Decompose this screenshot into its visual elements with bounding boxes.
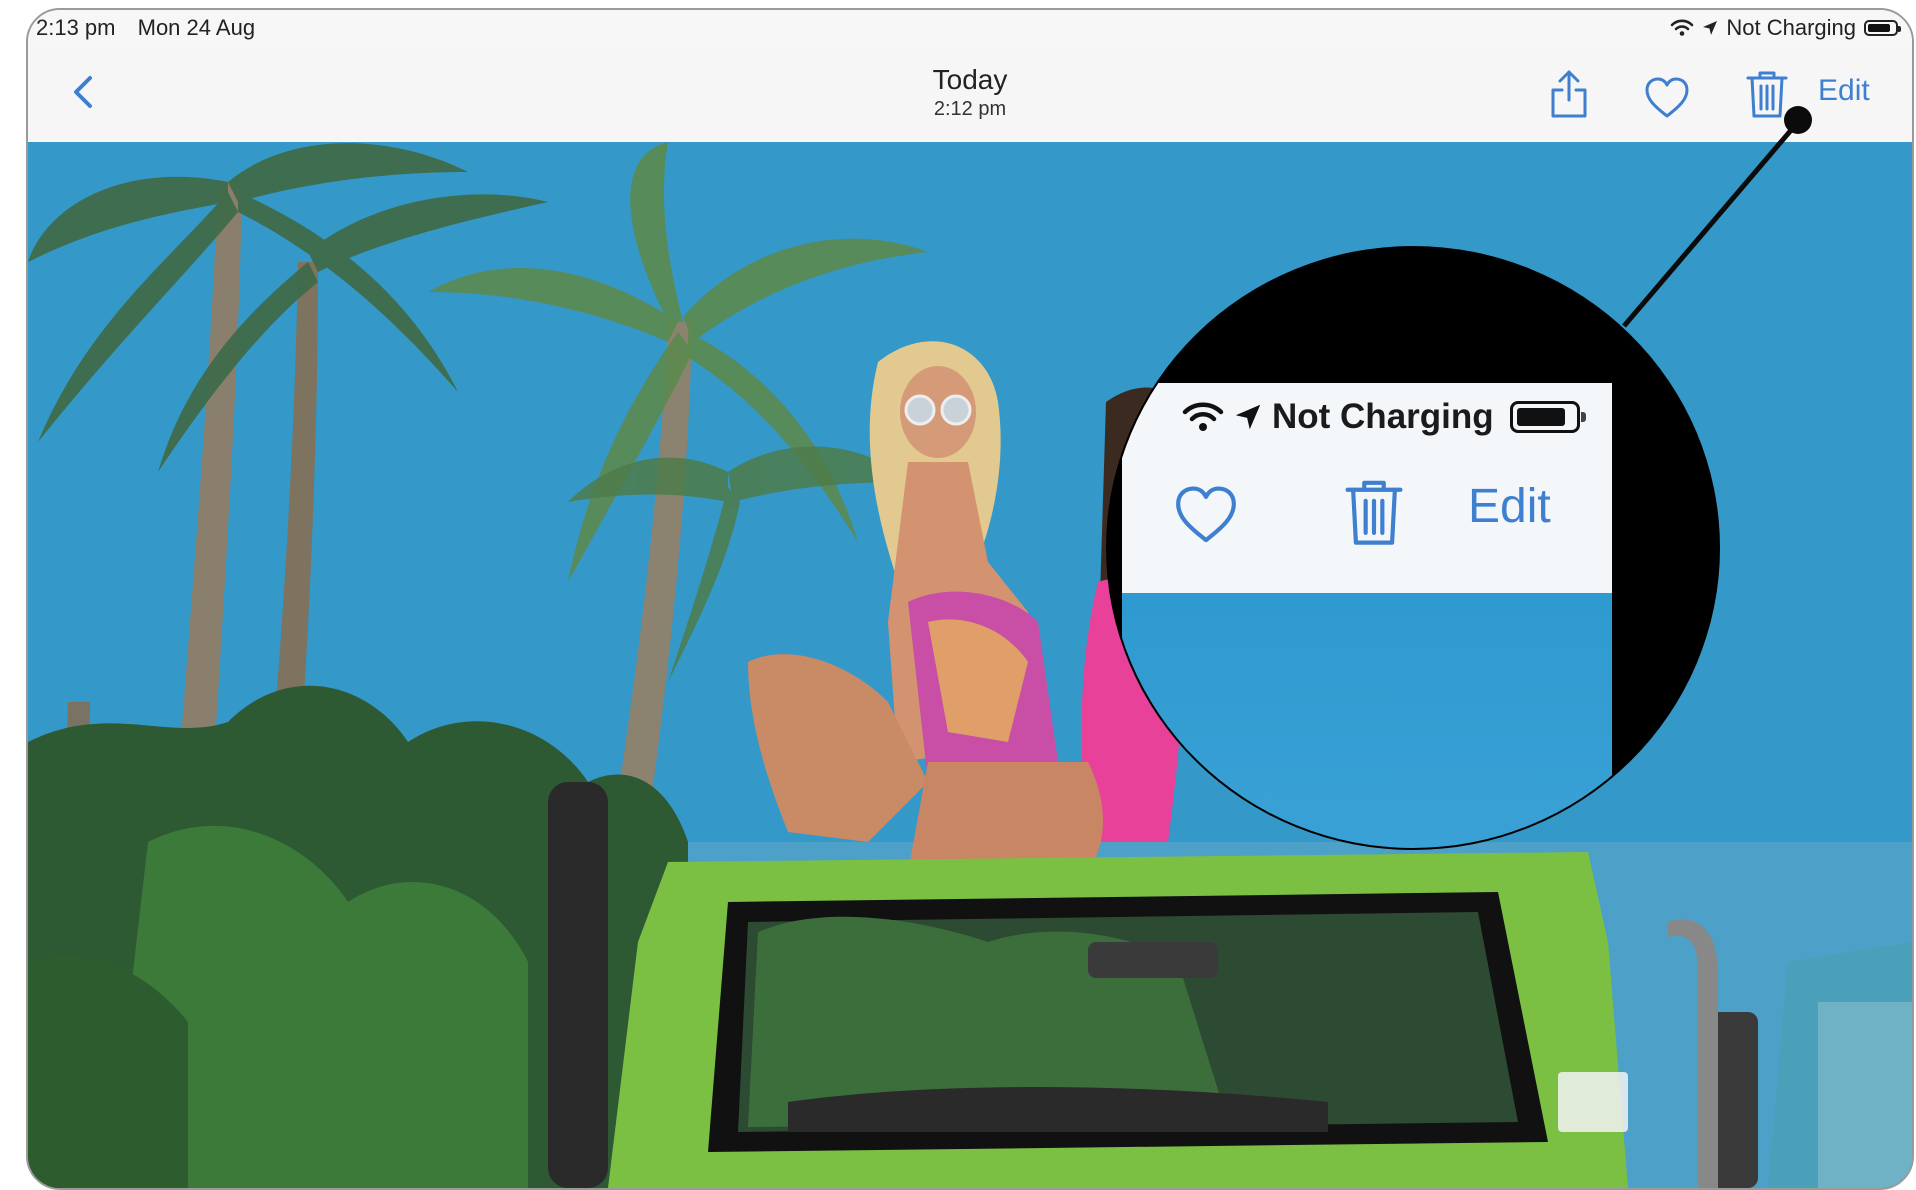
zoom-photo-sky [1122,593,1612,848]
status-bar: 2:13 pm Mon 24 Aug Not Charging [28,10,1912,46]
status-date: Mon 24 Aug [137,15,256,40]
share-button[interactable] [1546,68,1592,120]
chevron-left-icon [74,76,92,108]
zoom-callout: Not Charging Edit [1108,248,1718,848]
share-icon [1551,70,1587,118]
back-button[interactable] [62,70,106,114]
location-arrow-icon [1703,21,1718,35]
trash-icon [1746,71,1788,118]
heart-icon [1645,77,1689,118]
zoom-edit-label: Edit [1468,480,1551,533]
photo-title: Today 2:12 pm [933,64,1008,122]
zoom-status-bar: Not Charging [1182,397,1586,437]
heart-icon [1176,486,1236,543]
edit-button[interactable]: Edit [1818,74,1870,108]
delete-button[interactable] [1744,68,1790,120]
status-right: Not Charging [1670,10,1901,46]
wifi-icon [1182,402,1224,431]
photo-time-subtitle: 2:12 pm [933,98,1007,120]
zoom-panel: Not Charging Edit [1122,383,1612,593]
photo-nav-bar: Today 2:12 pm Edit [28,46,1912,142]
photo-date-title: Today [932,64,1008,95]
zoom-charging-status: Not Charging [1272,397,1494,436]
wifi-icon [1671,19,1694,36]
trash-icon [1345,480,1403,545]
location-arrow-icon [1235,404,1261,430]
charging-status: Not Charging [1726,15,1856,40]
status-left: 2:13 pm Mon 24 Aug [36,10,271,46]
favorite-button[interactable] [1644,72,1690,124]
callout-dot [1784,106,1812,134]
status-time: 2:13 pm [36,15,116,40]
battery-icon [1864,20,1901,36]
battery-icon [1509,401,1586,433]
